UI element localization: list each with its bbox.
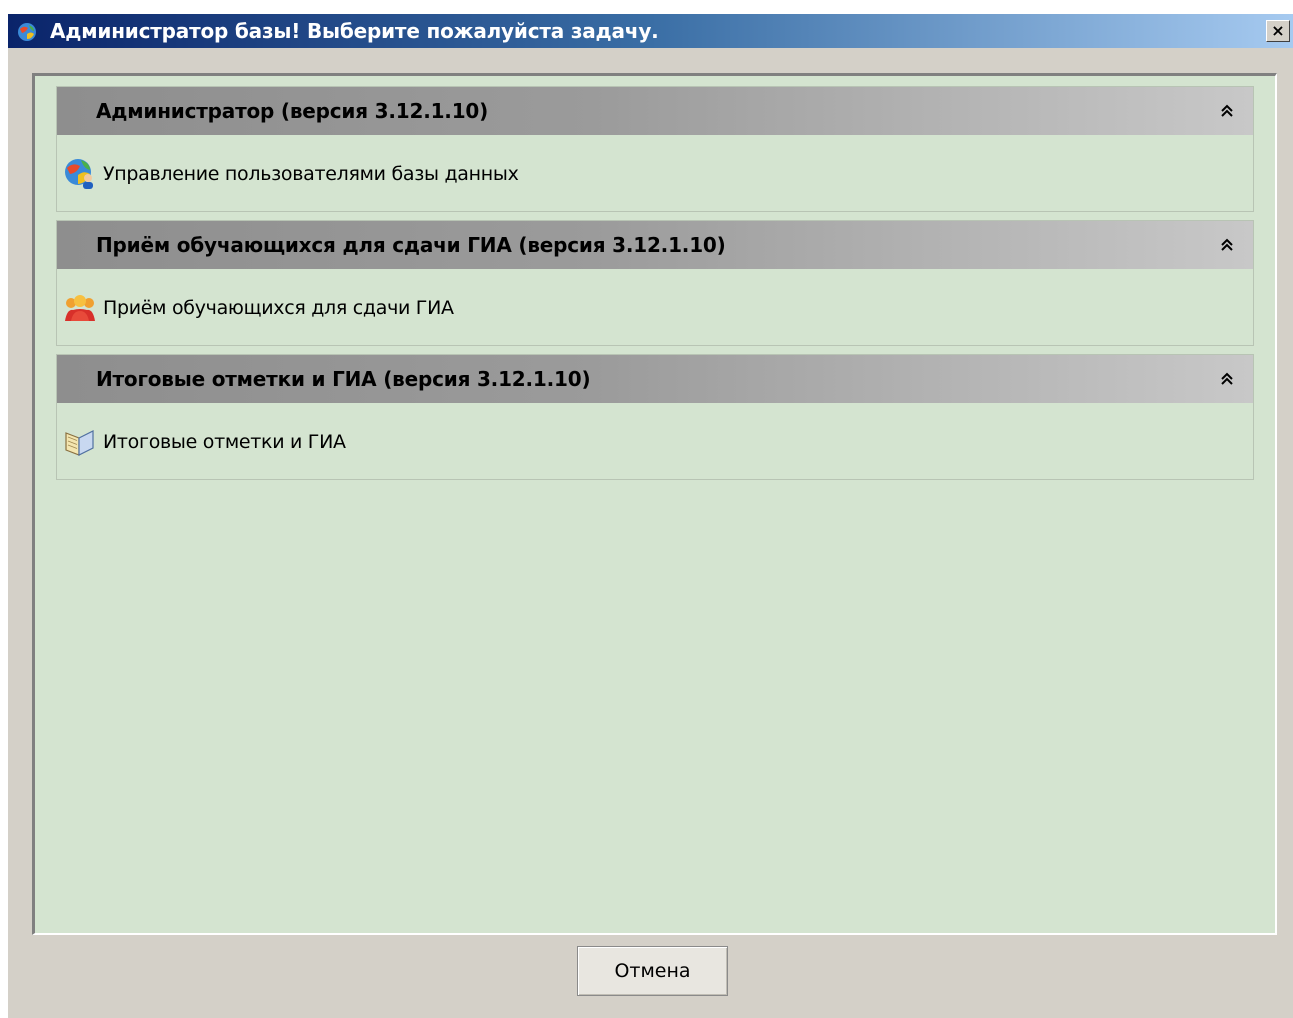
task-item-user-management[interactable]: Управление пользователями базы данных: [63, 157, 863, 191]
group-final-marks: Итоговые отметки и ГИА (версия 3.12.1.10…: [56, 354, 1254, 480]
students-group-icon: [65, 295, 95, 321]
task-panel: Администратор (версия 3.12.1.10) Управле…: [32, 73, 1277, 935]
task-item-gia-admission[interactable]: Приём обучающихся для сдачи ГИА: [63, 291, 863, 325]
group-title: Итоговые отметки и ГИА (версия 3.12.1.10…: [96, 367, 591, 391]
collapse-chevron-icon[interactable]: [1219, 371, 1235, 387]
window-title: Администратор базы! Выберите пожалуйста …: [50, 19, 659, 43]
collapse-chevron-icon[interactable]: [1219, 103, 1235, 119]
task-item-label: Итоговые отметки и ГИА: [103, 431, 346, 453]
group-header[interactable]: Итоговые отметки и ГИА (версия 3.12.1.10…: [57, 355, 1253, 403]
close-button[interactable]: ×: [1266, 20, 1290, 42]
task-item-final-marks[interactable]: Итоговые отметки и ГИА: [63, 425, 863, 459]
group-gia-admission: Приём обучающихся для сдачи ГИА (версия …: [56, 220, 1254, 346]
group-title: Приём обучающихся для сдачи ГИА (версия …: [96, 233, 726, 257]
collapse-chevron-icon[interactable]: [1219, 237, 1235, 253]
task-selection-dialog: Администратор базы! Выберите пожалуйста …: [8, 14, 1293, 1018]
title-bar[interactable]: Администратор базы! Выберите пожалуйста …: [8, 14, 1293, 48]
group-header[interactable]: Приём обучающихся для сдачи ГИА (версия …: [57, 221, 1253, 269]
group-administrator: Администратор (версия 3.12.1.10) Управле…: [56, 86, 1254, 212]
task-item-label: Управление пользователями базы данных: [103, 163, 519, 185]
open-book-icon: [65, 430, 94, 456]
group-title: Администратор (версия 3.12.1.10): [96, 99, 489, 123]
cancel-button[interactable]: Отмена: [577, 946, 728, 996]
task-item-label: Приём обучающихся для сдачи ГИА: [103, 297, 454, 319]
users-globe-icon: [65, 159, 93, 189]
app-globe-icon: [18, 23, 36, 41]
group-header[interactable]: Администратор (версия 3.12.1.10): [57, 87, 1253, 135]
